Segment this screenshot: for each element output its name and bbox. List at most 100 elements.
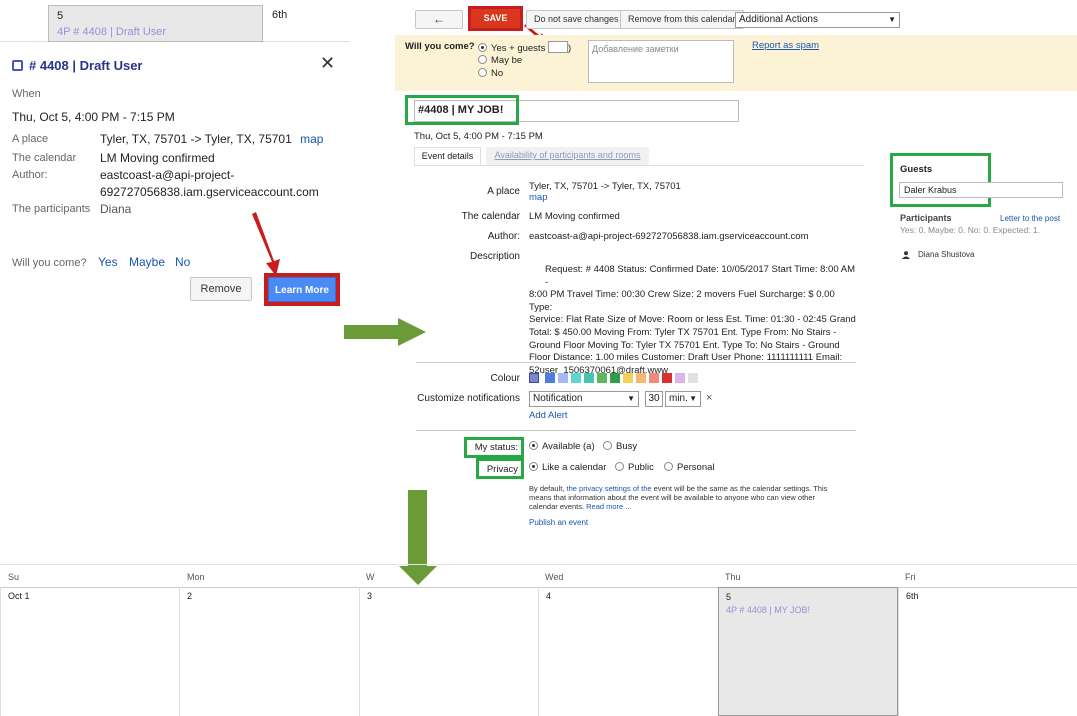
privacy-note: By default, the privacy settings of the … (529, 484, 849, 511)
back-arrow-icon: ← (433, 12, 445, 26)
event-title-value: #4408 | MY JOB! (405, 95, 519, 125)
radio-icon (529, 462, 538, 471)
dropdown-arrow-icon: ▼ (689, 394, 697, 403)
day-header-fri: Fri (905, 572, 916, 582)
notification-unit-select[interactable]: min. ▼ (665, 391, 701, 407)
colour-swatch[interactable] (623, 373, 633, 383)
rsvp-maybe-option[interactable]: May be (478, 55, 522, 66)
report-spam-link[interactable]: Report as spam (752, 40, 819, 51)
colour-swatch[interactable] (545, 373, 555, 383)
back-button[interactable]: ← (415, 10, 463, 29)
author-value: eastcoast-a@api-project-692727056838.iam… (529, 231, 809, 242)
notification-amount-value: 30 (648, 393, 660, 404)
radio-icon (478, 55, 487, 64)
rsvp-yes-option[interactable]: Yes + guests ) (478, 41, 571, 54)
colour-swatch[interactable] (688, 373, 698, 383)
day-number: 5 (726, 592, 732, 602)
green-arrow-down-head (399, 566, 437, 585)
description-line: Total: $ 450.00 Moving From: Tyler TX 75… (529, 326, 837, 338)
status-available-option[interactable]: Available (a) (529, 441, 595, 452)
calendar-day-cell[interactable]: 2 (179, 587, 359, 716)
colour-swatch[interactable] (584, 373, 594, 383)
day-header-wed: Wed (545, 572, 564, 582)
privacy-note-text: means that information about the event w… (529, 493, 816, 502)
note-textarea[interactable]: Добавление заметки (588, 40, 734, 83)
day-header-thu: Thu (725, 572, 741, 582)
privacy-personal-option[interactable]: Personal (664, 462, 715, 473)
privacy-public-label: Public (628, 462, 654, 473)
privacy-label: Privacy (476, 458, 524, 479)
colour-swatch[interactable] (675, 373, 685, 383)
privacy-note-text: By default, (529, 484, 567, 493)
colour-swatch[interactable] (662, 373, 672, 383)
calendar-day-cell[interactable]: Oct 1 (0, 587, 179, 716)
author-label: Author: (487, 231, 520, 242)
additional-actions-value: Additional Actions (739, 14, 818, 25)
green-arrow-right-head (398, 318, 426, 346)
participant-row[interactable]: Diana Shustova (902, 250, 974, 259)
privacy-calendar-label: Like a calendar (542, 462, 607, 473)
tab-event-details[interactable]: Event details (414, 147, 481, 165)
remove-notification-icon[interactable]: × (706, 392, 712, 404)
rsvp-no-option[interactable]: No (478, 68, 503, 79)
colour-swatch[interactable] (558, 373, 568, 383)
guests-input[interactable]: Daler Krabus (899, 182, 1063, 198)
green-arrow-right (344, 325, 398, 339)
colour-swatches (529, 373, 701, 383)
letter-to-post-link[interactable]: Letter to the post (1000, 214, 1060, 223)
radio-icon (664, 462, 673, 471)
participants-summary: Yes: 0. Maybe: 0. No: 0. Expected: 1. (900, 225, 1041, 235)
section-divider (416, 362, 856, 363)
calendar-day-cell[interactable]: 4 (538, 587, 718, 716)
notification-unit-value: min. (669, 393, 688, 404)
privacy-settings-link[interactable]: the privacy settings of the (567, 484, 652, 493)
add-alert-link[interactable]: Add Alert (529, 410, 568, 421)
colour-swatch[interactable] (597, 373, 607, 383)
description-line: 8:00 PM Travel Time: 00:30 Crew Size: 2 … (529, 289, 835, 313)
my-status-label: My status: (464, 437, 524, 458)
remove-from-calendar-button[interactable]: Remove from this calendar (620, 10, 744, 29)
day-number: 4 (546, 591, 552, 601)
colour-swatch[interactable] (610, 373, 620, 383)
guests-count-input[interactable] (547, 41, 568, 53)
guests-highlight (890, 153, 991, 207)
status-busy-label: Busy (616, 441, 638, 452)
status-busy-option[interactable]: Busy (603, 441, 637, 452)
place-value: Tyler, TX, 75701 -> Tyler, TX, 75701 (529, 181, 681, 192)
calendar-label: The calendar (461, 211, 520, 222)
privacy-calendar-option[interactable]: Like a calendar (529, 462, 606, 473)
read-more-link[interactable]: Read more ... (586, 502, 631, 511)
description-text[interactable]: Request: # 4408 Status: Confirmed Date: … (529, 264, 859, 377)
calendar-day-cell[interactable]: 3 (359, 587, 538, 716)
calendar-day-cell[interactable]: 6th (898, 587, 1077, 716)
notification-amount-input[interactable]: 30 (645, 391, 663, 407)
notification-type-value: Notification (533, 393, 583, 404)
dont-save-button[interactable]: Do not save changes (526, 10, 627, 29)
colour-swatch-selected[interactable] (529, 373, 539, 383)
section-divider (416, 430, 856, 431)
colour-swatch[interactable] (636, 373, 646, 383)
day-number: 3 (367, 591, 373, 601)
publish-event-link[interactable]: Publish an event (529, 518, 588, 527)
event-datetime[interactable]: Thu, Oct 5, 4:00 PM - 7:15 PM (414, 131, 543, 142)
privacy-personal-label: Personal (677, 462, 715, 473)
day-number: 2 (187, 591, 193, 601)
notification-type-select[interactable]: Notification ▼ (529, 391, 639, 407)
tab-divider (414, 165, 864, 166)
calendar-day-cell-selected[interactable]: 5 4P # 4408 | MY JOB! (718, 587, 898, 716)
save-button[interactable]: SAVE (471, 9, 520, 28)
privacy-public-option[interactable]: Public (615, 462, 654, 473)
colour-swatch[interactable] (571, 373, 581, 383)
day-header-mon: Mon (187, 572, 205, 582)
day-number: Oct 1 (8, 591, 30, 601)
map-link[interactable]: map (529, 192, 547, 203)
participants-title: Participants (900, 213, 952, 223)
calendar-event-chip[interactable]: 4P # 4408 | MY JOB! (726, 605, 810, 615)
additional-actions-select[interactable]: Additional Actions ▼ (735, 12, 900, 28)
colour-swatch[interactable] (649, 373, 659, 383)
person-icon (902, 250, 910, 259)
privacy-note-text: event will be the same as the calendar s… (651, 484, 828, 493)
tab-availability[interactable]: Availability of participants and rooms (486, 147, 649, 165)
radio-icon (529, 441, 538, 450)
radio-icon (603, 441, 612, 450)
